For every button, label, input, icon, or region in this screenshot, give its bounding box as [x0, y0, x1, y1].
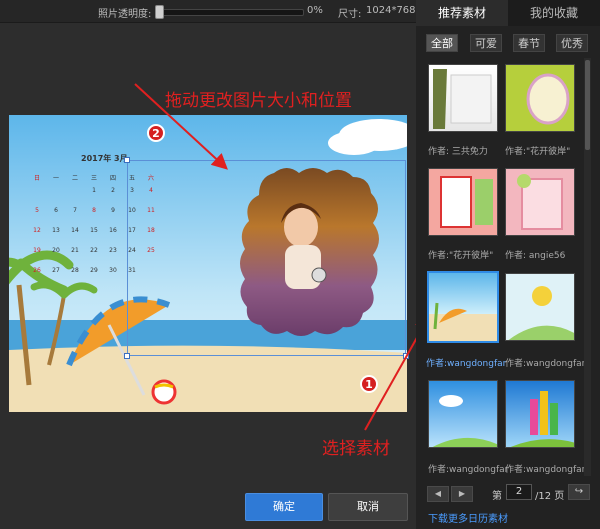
go-page-button[interactable]: ↪ — [568, 484, 590, 500]
material-thumbnail[interactable] — [428, 64, 498, 132]
material-thumbnail[interactable] — [505, 168, 575, 236]
thumbnail-image — [433, 302, 467, 330]
calendar-day: 15 — [90, 227, 98, 234]
step-badge-1: 1 — [360, 375, 378, 393]
material-thumbnail[interactable] — [505, 64, 575, 132]
calendar-day: 8 — [92, 207, 96, 214]
filter-spring-festival[interactable]: 春节 — [513, 34, 545, 52]
calendar-day: 19 — [33, 247, 41, 254]
calendar-day: 30 — [109, 267, 117, 274]
weekday-label: 三 — [90, 175, 97, 182]
calendar-day: 7 — [73, 207, 77, 214]
opacity-value: 0% — [307, 5, 323, 16]
thumbnail-author: 作者:wangdongfang — [428, 465, 508, 475]
return-arrow-icon: ↪ — [574, 486, 584, 497]
calendar-day: 22 — [90, 247, 98, 254]
resize-handle-bottom-left[interactable] — [124, 353, 130, 359]
calendar-day: 28 — [71, 267, 79, 274]
calendar-day: 13 — [52, 227, 60, 234]
thumbnail-author: 作者:"花开彼岸" — [505, 147, 571, 157]
page-prefix: 第 — [492, 491, 502, 502]
select-hint-text: 选择素材 — [322, 439, 390, 459]
material-thumbnail-selected[interactable] — [427, 271, 499, 343]
thumbnail-image — [508, 286, 574, 340]
material-thumbnail[interactable] — [505, 273, 575, 341]
confirm-button[interactable]: 确定 — [245, 493, 323, 521]
filter-all[interactable]: 全部 — [426, 34, 458, 52]
calendar-day: 26 — [33, 267, 41, 274]
filter-excellent[interactable]: 优秀 — [556, 34, 588, 52]
opacity-label: 照片透明度: — [98, 9, 152, 20]
drag-hint-text: 拖动更改图片大小和位置 — [165, 91, 352, 111]
thumbnail-image — [517, 174, 563, 230]
next-page-button[interactable]: ▶ — [451, 486, 473, 502]
toolbar: 照片透明度: 0% 尺寸: 1024*768 — [0, 0, 416, 23]
material-thumbnail[interactable] — [428, 380, 498, 448]
calendar-day: 9 — [111, 207, 115, 214]
chevron-left-icon: ◀ — [434, 489, 442, 498]
thumbnail-image — [440, 176, 493, 228]
calendar-day: 5 — [35, 207, 39, 214]
calendar-day: 16 — [109, 227, 117, 234]
size-label: 尺寸: — [338, 9, 362, 20]
thumbnail-image — [526, 73, 570, 125]
chevron-right-icon: ▶ — [458, 489, 466, 498]
page-total: /12 页 — [535, 491, 565, 502]
thumbnail-author: 作者: angie56 — [505, 251, 566, 261]
thumbnail-image — [510, 391, 574, 447]
opacity-slider-knob[interactable] — [155, 5, 164, 19]
tab-favorites[interactable]: 我的收藏 — [508, 0, 600, 26]
thumbnail-author: 作者: 三共免力 — [428, 147, 488, 157]
opacity-slider-track[interactable] — [156, 9, 304, 16]
panel-scrollbar-thumb[interactable] — [585, 60, 590, 150]
resize-handle-top-left[interactable] — [124, 157, 130, 163]
editor-area: 照片透明度: 0% 尺寸: 1024*768 2017年 3月 日 一 二 三 … — [0, 0, 430, 529]
prev-page-button[interactable]: ◀ — [427, 486, 449, 502]
calendar-day: 21 — [71, 247, 79, 254]
download-more-link[interactable]: 下载更多日历素材 — [428, 510, 508, 525]
weekday-label: 一 — [52, 175, 59, 182]
weekday-label: 四 — [109, 175, 116, 182]
calendar-day: 2 — [111, 187, 115, 194]
thumbnail-image — [433, 69, 492, 129]
step-badge-2: 2 — [147, 124, 165, 142]
thumbnail-author: 作者:wangdongfang — [505, 465, 585, 475]
calendar-day: 27 — [52, 267, 60, 274]
thumbnail-author: 作者:wangdongfang — [426, 359, 506, 369]
weekday-label: 二 — [71, 175, 78, 182]
cancel-button[interactable]: 取消 — [328, 493, 408, 521]
photo-selection-box[interactable] — [127, 160, 406, 356]
calendar-day: 20 — [52, 247, 60, 254]
material-thumbnail[interactable] — [505, 380, 575, 448]
thumbnail-author: 作者:"花开彼岸" — [428, 251, 494, 261]
material-thumbnail[interactable] — [428, 168, 498, 236]
calendar-day: 12 — [33, 227, 41, 234]
calendar-day: 14 — [71, 227, 79, 234]
page-number-input[interactable]: 2 — [506, 484, 532, 500]
thumbnail-author: 作者:wangdongfang — [505, 359, 585, 369]
calendar-day: 6 — [54, 207, 58, 214]
filter-cute[interactable]: 可爱 — [470, 34, 502, 52]
resize-handle-bottom-right[interactable] — [403, 353, 409, 359]
calendar-day: 1 — [92, 187, 96, 194]
calendar-day: 29 — [90, 267, 98, 274]
thumbnail-image — [432, 395, 497, 447]
calendar-day: 23 — [109, 247, 117, 254]
weekday-label: 日 — [33, 175, 40, 182]
size-value: 1024*768 — [366, 5, 416, 16]
tab-recommended[interactable]: 推荐素材 — [416, 0, 509, 26]
